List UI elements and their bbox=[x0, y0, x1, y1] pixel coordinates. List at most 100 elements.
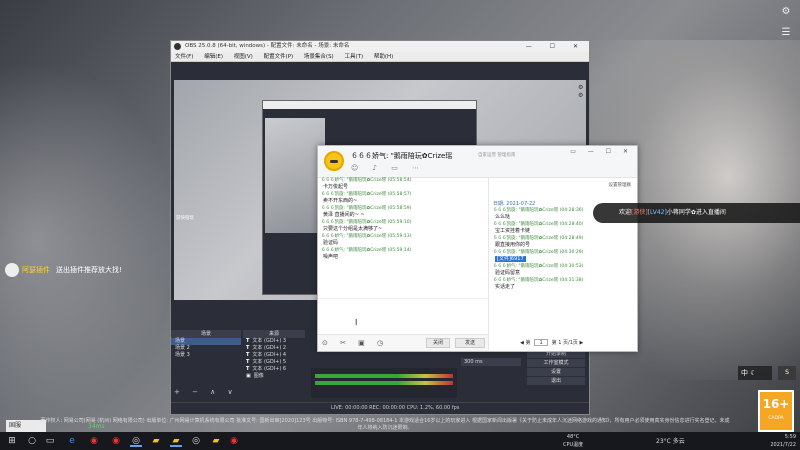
system-clock[interactable]: 5:59 2021/7/22 bbox=[770, 433, 796, 449]
group-manage-link[interactable]: 设置管理群 bbox=[609, 182, 632, 188]
search-icon[interactable]: ○ bbox=[26, 435, 38, 447]
chat-window-controls[interactable]: ▭ — ☐ ✕ bbox=[570, 148, 633, 155]
obs-menubar: 文件(F) 编辑(E) 视图(V) 配置文件(P) 场景集合(S) 工具(T) … bbox=[171, 52, 589, 62]
source-item[interactable]: T 文本 (GDI+) 6 bbox=[243, 366, 305, 373]
menu-scene-collection[interactable]: 场景集合(S) bbox=[304, 54, 334, 60]
sources-header: 来源 bbox=[243, 330, 305, 338]
controls-panel: 开始录制 工作室模式 设置 退出 bbox=[527, 350, 585, 386]
chat-messages: ６６６娇气: "鹅雨陪玩✿Crize瑶 (05:58:54) 卡万俊起号 ６６６凯… bbox=[321, 178, 486, 298]
menu-help[interactable]: 帮助(H) bbox=[374, 54, 393, 60]
pager-total: 第 1 页/1页 bbox=[551, 340, 578, 346]
enter-badge-level: [LV42] bbox=[647, 209, 667, 216]
source-item[interactable]: T 文本 (GDI+) 4 bbox=[243, 352, 305, 359]
scene-toolbar[interactable]: + − ∧ ∨ bbox=[174, 388, 238, 396]
task-view-icon[interactable]: ▭ bbox=[44, 435, 56, 447]
nested-web-label: 游侠陪玩 bbox=[176, 216, 194, 221]
game-icon[interactable]: ▰ bbox=[210, 435, 222, 447]
chat-input[interactable] bbox=[318, 298, 488, 334]
nested-obs-preview bbox=[265, 118, 325, 233]
source-item[interactable]: T 文本 (GDI+) 2 bbox=[243, 345, 305, 352]
scenes-panel: 场景 场景 场景 2 场景 3 + − ∧ ∨ bbox=[171, 330, 241, 402]
taskbar: ⊞ ○ ▭ e ◉ ◉ ◎ ▰ ▰ ◎ ▰ ◉ 48°C CPU温度 23°C 多… bbox=[0, 432, 800, 450]
chat-subtitle[interactable]: 自家运营 管理指南 bbox=[478, 152, 515, 158]
chat-message: ６６６娇气: "鹅雨陪玩✿Crize瑶 (05:59:13) 验证码 bbox=[321, 234, 412, 246]
folder-icon[interactable]: ▰ bbox=[150, 435, 162, 447]
browser-icon[interactable]: ◉ bbox=[228, 435, 240, 447]
scene-item[interactable]: 场景 3 bbox=[171, 352, 241, 359]
menu-file[interactable]: 文件(F) bbox=[175, 54, 193, 60]
obs-taskbar-icon[interactable]: ◎ bbox=[130, 435, 142, 447]
enter-prefix: 欢迎 bbox=[619, 209, 632, 216]
wallpaper-glow-left bbox=[0, 60, 180, 420]
history-message: ６６６凯旋: "鹅雨陪玩✿Crize瑶 (04:30:29) [文件]6917 bbox=[493, 250, 584, 262]
menu-tools[interactable]: 工具(T) bbox=[344, 54, 363, 60]
history-message: ６６６凯旋: "鹅雨陪玩✿Crize瑶 (04:28:49) 跟直接用你的号 bbox=[493, 236, 584, 248]
chat-title: ６６６娇气: "鹅雨陪玩✿Crize瑶 bbox=[351, 152, 453, 160]
source-item[interactable]: T 文本 (GDI+) 3 bbox=[243, 338, 305, 345]
chat-message: ６６６凯旋: "鹅雨陪玩✿Crize瑶 (05:58:57) 卖不开东西的~ bbox=[321, 192, 412, 204]
copyright-notice: 著作权人: 网易公司(网易 (杭州) 网络有限公司) 出版单位: 广州网易计算机… bbox=[40, 418, 730, 431]
pager-next-icon[interactable]: ▶ bbox=[579, 340, 583, 346]
chat-message: ６６６凯旋: "鹅雨陪玩✿Crize瑶 (05:58:59) 黄泽 直播间的~ ~ bbox=[321, 206, 412, 218]
source-item[interactable]: ▣ 图像 bbox=[243, 373, 305, 380]
enter-badge-ranger: [游侠] bbox=[631, 209, 648, 216]
audio-meter bbox=[315, 381, 453, 385]
chat-icon[interactable]: ☰ bbox=[780, 27, 792, 39]
audio-meter bbox=[315, 374, 453, 378]
chat-header: ６６６娇气: "鹅雨陪玩✿Crize瑶 自家运营 管理指南 ☺ ♪ ▭ ⋯ ▭ … bbox=[318, 146, 637, 178]
preview-side-icons[interactable]: ⚙ ⚙ bbox=[578, 84, 583, 100]
obs-logo-icon bbox=[174, 43, 181, 50]
source-item[interactable]: T 文本 (GDI+) 5 bbox=[243, 359, 305, 366]
ime-indicator[interactable]: 中 ☾ bbox=[738, 366, 772, 380]
age-rating-badge: 16+ CADPA bbox=[758, 390, 794, 432]
text-cursor-icon: I bbox=[355, 318, 358, 327]
enter-room-banner: 欢迎[游侠][LV42]小蒋同学✿进入直播间 bbox=[593, 203, 800, 223]
menu-profile[interactable]: 配置文件(P) bbox=[264, 54, 294, 60]
avatar[interactable] bbox=[324, 151, 344, 171]
settings-icon[interactable]: ⚙ bbox=[780, 6, 792, 18]
audio-mixer bbox=[311, 368, 457, 398]
history-message: ６６６娇气: "鹅雨陪玩✿Crize瑶 (04:31:38) 实话走了 bbox=[493, 278, 584, 290]
gift-text: 送出插件推荐放大找! bbox=[56, 266, 122, 274]
chat-message: ６６６娇气: "鹅雨陪玩✿Crize瑶 (05:58:54) 卡万俊起号 bbox=[321, 178, 412, 190]
chat-divider bbox=[488, 178, 489, 350]
obs-statusbar: LIVE: 00:00:00 REC: 00:00:00 CPU: 1.2%, … bbox=[171, 402, 589, 412]
transition-duration[interactable]: 300 ms bbox=[461, 358, 521, 366]
menu-view[interactable]: 视图(V) bbox=[234, 54, 253, 60]
cpu-temp: 48°C CPU温度 bbox=[563, 434, 584, 448]
obs-window-controls[interactable]: — ☐ ✕ bbox=[526, 41, 586, 52]
scene-item[interactable]: 场景 bbox=[171, 338, 241, 345]
edge-icon[interactable]: e bbox=[66, 435, 78, 447]
obs-titlebar: OBS 25.0.8 (64-bit, windows) - 配置文件: 未命名… bbox=[171, 41, 589, 52]
weather-widget[interactable]: 23°C 多云 bbox=[656, 436, 685, 445]
exit-button[interactable]: 退出 bbox=[527, 377, 585, 385]
recorder-icon[interactable]: ◎ bbox=[190, 435, 202, 447]
send-button[interactable]: 发送 bbox=[455, 338, 485, 348]
settings-button[interactable]: 设置 bbox=[527, 368, 585, 376]
pager-prev-icon[interactable]: ◀ bbox=[520, 340, 524, 346]
gift-announcement: 阿瑟插件 送出插件推荐放大找! bbox=[4, 262, 122, 278]
netease-icon[interactable]: ◉ bbox=[88, 435, 100, 447]
gift-name: 阿瑟插件 bbox=[22, 266, 50, 274]
sources-panel: 来源 T 文本 (GDI+) 3 T 文本 (GDI+) 2 T 文本 (GDI+) … bbox=[243, 330, 305, 402]
pager-input[interactable]: 1 bbox=[534, 339, 549, 346]
history-pager: ◀ 第 1 第 1 页/1页 ▶ bbox=[520, 339, 583, 346]
chat-taskbar-icon[interactable]: ▰ bbox=[170, 435, 182, 447]
file-link[interactable]: [文件]6917 bbox=[495, 256, 526, 262]
studio-mode-button[interactable]: 工作室模式 bbox=[527, 359, 585, 367]
windows-start-icon[interactable]: ⊞ bbox=[6, 435, 18, 447]
chat-message: ６６６凯旋: "鹅雨陪玩✿Crize瑶 (05:59:10) 只要这个分组是太满够… bbox=[321, 220, 412, 232]
menu-edit[interactable]: 编辑(E) bbox=[204, 54, 223, 60]
enter-text: 小蒋同学✿进入直播间 bbox=[666, 209, 726, 216]
obs-title-text: OBS 25.0.8 (64-bit, windows) - 配置文件: 未命名… bbox=[185, 43, 350, 49]
scene-item[interactable]: 场景 2 bbox=[171, 345, 241, 352]
ime-logo-icon[interactable]: S bbox=[778, 366, 796, 380]
input-tools[interactable]: ⊙ ✂ ▣ ◷ bbox=[322, 339, 388, 347]
scenes-header: 场景 bbox=[171, 330, 241, 338]
pager-label: 第 bbox=[525, 340, 531, 346]
transition-panel: 300 ms bbox=[461, 358, 521, 398]
app-icon[interactable]: ◉ bbox=[110, 435, 122, 447]
chat-toolbar[interactable]: ☺ ♪ ▭ ⋯ bbox=[351, 164, 425, 172]
history-message: ６６６娇气: "鹅雨陪玩✿Crize瑶 (04:30:53) 验证码留意 bbox=[493, 264, 584, 276]
close-button[interactable]: 关闭 bbox=[426, 338, 450, 348]
